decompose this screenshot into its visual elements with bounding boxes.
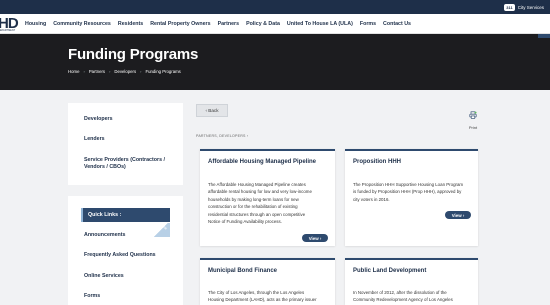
view-button[interactable]: View › xyxy=(302,234,328,242)
view-button[interactable]: View › xyxy=(445,211,471,219)
new-ribbon: NEW xyxy=(154,223,170,237)
section-label-text: PARTNERS, DEVELOPERS xyxy=(196,134,246,138)
card-body-line: residential structures through an open c… xyxy=(208,211,306,217)
breadcrumb-home[interactable]: Home xyxy=(68,69,79,74)
card-title: Proposition HHH xyxy=(353,159,401,165)
quick-links-header: Quick Links : xyxy=(81,208,170,222)
card-body-line: construction or for the rehabilitation o… xyxy=(208,204,298,210)
logo-subtext: EPARTMENT xyxy=(0,29,16,32)
section-chevron-icon: › xyxy=(246,134,249,138)
new-ribbon-text: NEW xyxy=(160,224,168,231)
card-body: The City of Los Angeles, through the Los… xyxy=(208,289,317,304)
main-nav: HD EPARTMENT Housing Community Resources… xyxy=(0,14,550,34)
print-icon xyxy=(469,111,477,119)
sidebar-item-developers[interactable]: Developers xyxy=(84,116,113,123)
card-body: The Affordable Housing Managed Pipeline … xyxy=(208,181,312,225)
card-body-line: The Proposition HHH Supportive Housing L… xyxy=(353,182,464,187)
page-title: Funding Programs xyxy=(68,46,199,63)
card-body-line: Notice of Funding Availability process. xyxy=(208,219,282,225)
print-button[interactable]: Print xyxy=(467,106,479,130)
sidebar-item-lenders[interactable]: Lenders xyxy=(84,136,105,143)
breadcrumb-current: Funding Programs xyxy=(145,69,181,74)
quick-link-announcements[interactable]: Announcements xyxy=(84,232,126,239)
breadcrumb: Home › Partners › Developers › Funding P… xyxy=(68,69,181,74)
card-municipal-bond-finance: Municipal Bond Finance The City of Los A… xyxy=(200,258,335,305)
card-body-line: The City of Los Angeles, through the Los… xyxy=(208,290,305,295)
breadcrumb-separator-icon: › xyxy=(83,69,85,74)
card-body-line: The Affordable Housing Managed Pipeline … xyxy=(208,182,306,187)
card-body-line: Housing Department (LAHD), acts as the p… xyxy=(208,297,317,303)
card-title: Affordable Housing Managed Pipeline xyxy=(208,159,317,165)
site-logo[interactable]: HD EPARTMENT xyxy=(0,15,20,33)
nav-item-forms[interactable]: Forms xyxy=(360,21,376,27)
quick-link-online-services[interactable]: Online Services xyxy=(84,273,124,280)
card-body-line: households by making long-term loans for… xyxy=(208,196,299,202)
nav-item-residents[interactable]: Residents xyxy=(118,21,143,27)
nav-item-policy-data[interactable]: Policy & Data xyxy=(246,21,280,27)
city-services-badge[interactable]: 311 xyxy=(504,3,515,11)
print-label: Print xyxy=(468,125,478,130)
nav-item-partners[interactable]: Partners xyxy=(218,21,240,27)
card-body-line: is funded by Proposition HHH (Prop HHH),… xyxy=(353,189,462,195)
sidebar-quick-links: Quick Links : NEW Announcements Frequent… xyxy=(68,196,183,305)
city-services-link[interactable]: City Services xyxy=(518,5,544,10)
card-body: In November of 2012, after the dissoluti… xyxy=(353,289,453,304)
hero-banner: Funding Programs Home › Partners › Devel… xyxy=(0,34,550,90)
section-label: PARTNERS, DEVELOPERS › xyxy=(196,134,248,138)
breadcrumb-separator-icon: › xyxy=(140,69,142,74)
quick-link-forms[interactable]: Forms xyxy=(84,293,100,300)
nav-item-housing[interactable]: Housing xyxy=(25,21,46,27)
card-body-line: Community Redevelopment Agency of Los An… xyxy=(353,297,453,303)
card-body: The Proposition HHH Supportive Housing L… xyxy=(353,181,463,203)
breadcrumb-separator-icon: › xyxy=(109,69,111,74)
nav-item-community-resources[interactable]: Community Resources xyxy=(53,21,111,27)
sidebar-partner-links: Developers Lenders Service Providers (Co… xyxy=(68,103,183,185)
breadcrumb-partners[interactable]: Partners xyxy=(89,69,105,74)
nav-item-ula[interactable]: United To House LA (ULA) xyxy=(287,21,353,27)
card-body-line: city voters in 2016. xyxy=(353,196,390,202)
top-utility-bar: 311 City Services xyxy=(0,0,550,14)
card-public-land-development: Public Land Development In November of 2… xyxy=(345,258,478,305)
nav-menu: Housing Community Resources Residents Re… xyxy=(25,14,418,34)
hero-accent-stripe xyxy=(538,34,550,38)
card-title: Public Land Development xyxy=(353,268,427,274)
back-button[interactable]: ‹ Back xyxy=(196,104,228,117)
card-title: Municipal Bond Finance xyxy=(208,268,278,274)
nav-item-contact-us[interactable]: Contact Us xyxy=(383,21,411,27)
card-affordable-housing-pipeline: Affordable Housing Managed Pipeline The … xyxy=(200,149,335,246)
card-body-line: affordable rental housing for low and ve… xyxy=(208,189,312,195)
card-proposition-hhh: Proposition HHH The Proposition HHH Supp… xyxy=(345,149,478,246)
quick-link-faq[interactable]: Frequently Asked Questions xyxy=(84,252,156,259)
sidebar-item-service-providers[interactable]: Service Providers (Contractors / Vendors… xyxy=(84,157,172,171)
nav-item-rental-property-owners[interactable]: Rental Property Owners xyxy=(150,21,210,27)
card-body-line: In November of 2012, after the dissoluti… xyxy=(353,290,447,295)
breadcrumb-developers[interactable]: Developers xyxy=(114,69,136,74)
